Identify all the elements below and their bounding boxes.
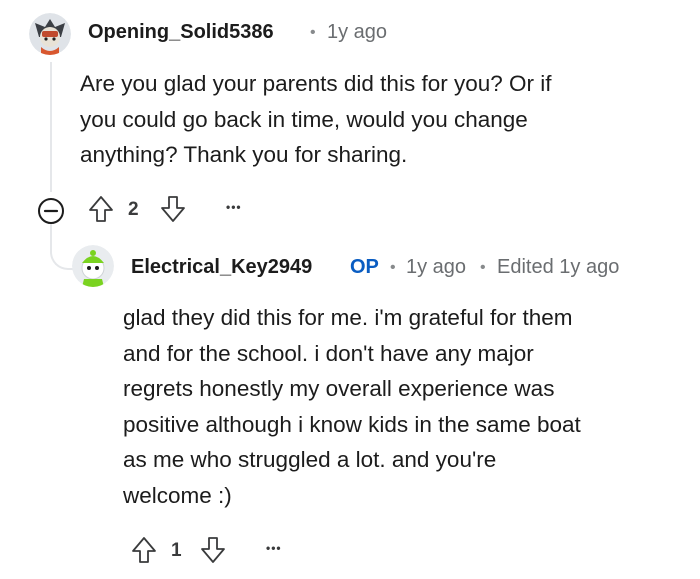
downvote-icon[interactable] — [198, 534, 228, 571]
reply-timestamp[interactable]: 1y ago — [406, 256, 466, 279]
reply-body-line: and for the school. i don't have any maj… — [123, 340, 534, 366]
comment-body-line: you could go back in time, would you cha… — [80, 106, 528, 132]
meta-separator: • — [480, 259, 486, 276]
meta-separator: • — [390, 259, 396, 276]
comment-timestamp[interactable]: 1y ago — [327, 21, 387, 44]
edited-label: Edited 1y ago — [497, 256, 620, 278]
reply-body-line: glad they did this for me. i'm grateful … — [123, 305, 573, 330]
reply-body-line: positive although i know kids in the sam… — [123, 411, 581, 437]
comment-body-line: Are you glad your parents did this for y… — [80, 71, 552, 96]
reply-body-line: as me who struggled a lot. and you're — [123, 447, 497, 472]
op-badge: OP — [350, 256, 379, 278]
avatar[interactable] — [72, 245, 114, 287]
thread-line — [50, 62, 52, 192]
upvote-icon[interactable] — [129, 534, 159, 571]
vote-count: 1 — [171, 540, 182, 561]
avatar[interactable] — [29, 13, 71, 55]
comment-username[interactable]: Opening_Solid5386 — [88, 21, 274, 44]
upvote-icon[interactable] — [86, 193, 116, 230]
reply-body: glad they did this for me. i'm grateful … — [123, 300, 581, 513]
collapse-icon[interactable] — [36, 196, 66, 231]
vote-count: 2 — [128, 199, 139, 220]
comment-body: Are you glad your parents did this for y… — [80, 66, 552, 173]
reply-username[interactable]: Electrical_Key2949 — [131, 256, 312, 279]
more-options-button[interactable]: ••• — [266, 541, 282, 555]
comment-body-line: anything? Thank you for sharing. — [80, 142, 408, 167]
more-options-button[interactable]: ••• — [226, 200, 242, 214]
reply-body-line: regrets honestly my overall experience w… — [123, 376, 555, 401]
downvote-icon[interactable] — [158, 193, 188, 230]
reply-body-line: welcome :) — [123, 482, 232, 508]
meta-separator: • — [310, 24, 316, 41]
